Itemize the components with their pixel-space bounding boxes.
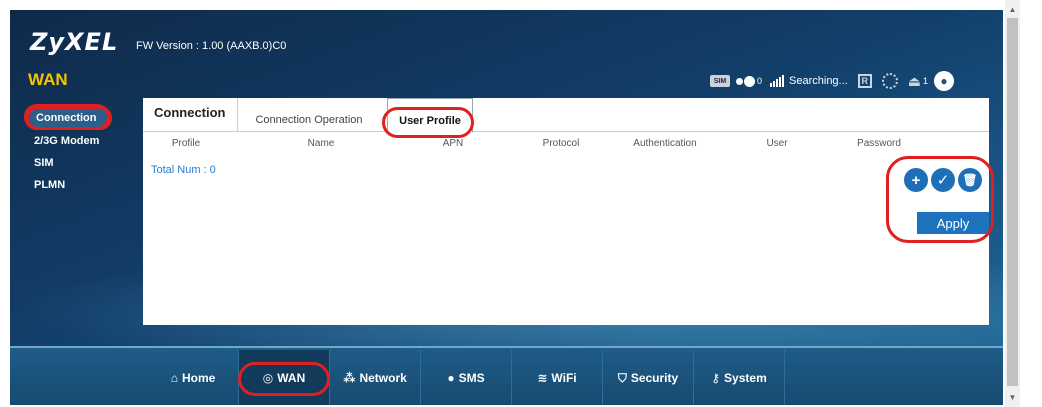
shield-icon: ⛉ <box>617 370 627 385</box>
key-icon: ⚷ <box>711 371 721 385</box>
message-icon[interactable]: 0 <box>736 75 763 87</box>
col-authentication: Authentication <box>633 138 697 149</box>
nav-sms[interactable]: ● SMS <box>421 350 512 405</box>
sidebar-item-connection[interactable]: Connection <box>26 106 112 130</box>
nav-wan[interactable]: ◎ WAN <box>239 350 330 405</box>
add-button[interactable]: + <box>904 168 928 192</box>
scroll-up-icon[interactable]: ▲ <box>1005 2 1020 16</box>
sidebar-item-plmn[interactable]: PLMN <box>26 174 136 196</box>
globe-icon: ◎ <box>262 371 274 385</box>
nav-sms-label: SMS <box>458 371 485 385</box>
sim-icon: SIM <box>710 75 730 87</box>
tab-connection-operation[interactable]: Connection Operation <box>239 98 379 132</box>
brand-logo: ZyXEL <box>30 28 119 56</box>
scroll-down-icon[interactable]: ▼ <box>1005 390 1020 404</box>
page-title: WAN <box>28 70 68 89</box>
browser-viewport: ZyXEL FW Version : 1.00 (AAXB.0)C0 WAN S… <box>0 0 1042 407</box>
nav-home-label: Home <box>181 371 216 385</box>
action-group: + ✓ 🗑 Apply <box>887 158 989 242</box>
col-protocol: Protocol <box>542 138 580 149</box>
home-icon: ⌂ <box>170 371 178 385</box>
nav-home[interactable]: ⌂ Home <box>148 350 239 405</box>
col-user: User <box>766 138 788 149</box>
sms-icon: ● <box>447 371 455 385</box>
confirm-button[interactable]: ✓ <box>931 168 955 192</box>
sidebar: Connection 2/3G Modem SIM PLMN <box>26 106 136 196</box>
tab-bar: Connection Connection Operation User Pro… <box>143 98 989 133</box>
col-profile: Profile <box>171 138 201 149</box>
scroll-thumb[interactable] <box>1007 18 1018 386</box>
tab-user-profile[interactable]: User Profile <box>387 98 473 133</box>
network-icon: ⁂ <box>343 371 356 385</box>
page-scrollbar[interactable]: ▲ ▼ <box>1005 0 1020 407</box>
nav-wifi-label: WiFi <box>551 371 577 385</box>
main-nav: ⌂ Home ◎ WAN ⁂ Network ● SMS ≋ WiFi ⛉ Security… <box>148 350 785 405</box>
bottom-nav-bar: ⌂ Home ◎ WAN ⁂ Network ● SMS ≋ WiFi ⛉ Security… <box>10 346 1003 405</box>
col-apn: APN <box>442 138 464 149</box>
signal-status: Searching... <box>789 75 848 87</box>
nav-wifi[interactable]: ≋ WiFi <box>512 350 603 405</box>
nav-security[interactable]: ⛉ Security <box>603 350 694 405</box>
roaming-icon: R <box>857 74 872 88</box>
storage-count: 1 <box>922 76 928 86</box>
storage-icon: ⏏ <box>907 72 921 89</box>
wifi-icon: ≋ <box>537 371 548 385</box>
router-app: ZyXEL FW Version : 1.00 (AAXB.0)C0 WAN S… <box>10 10 1003 405</box>
firmware-version: FW Version : 1.00 (AAXB.0)C0 <box>136 40 287 52</box>
total-count: Total Num : 0 <box>151 164 216 176</box>
delete-button[interactable]: 🗑 <box>958 168 982 192</box>
table-header: Profile Name APN Protocol Authentication… <box>143 138 989 156</box>
nav-network[interactable]: ⁂ Network <box>330 350 421 405</box>
internet-icon <box>881 73 898 89</box>
nav-system-label: System <box>724 371 767 385</box>
tab-user-profile-label: User Profile <box>399 114 461 127</box>
col-password: Password <box>857 138 901 149</box>
nav-wan-label: WAN <box>277 371 306 385</box>
nav-security-label: Security <box>630 371 679 385</box>
message-count: 0 <box>757 76 763 86</box>
col-name: Name <box>307 138 335 149</box>
user-icon[interactable]: ● <box>933 71 954 91</box>
content-panel: Connection Connection Operation User Pro… <box>143 98 994 325</box>
sidebar-item-modem[interactable]: 2/3G Modem <box>26 130 136 152</box>
apply-button[interactable]: Apply <box>917 212 989 234</box>
tab-connection[interactable]: Connection <box>143 98 238 132</box>
nav-system[interactable]: ⚷ System <box>694 350 785 405</box>
nav-network-label: Network <box>359 371 407 385</box>
signal-icon <box>770 75 785 87</box>
status-bar: SIM 0 Searching... R ⏏ 1 ● <box>710 70 954 92</box>
sidebar-item-sim[interactable]: SIM <box>26 152 136 174</box>
